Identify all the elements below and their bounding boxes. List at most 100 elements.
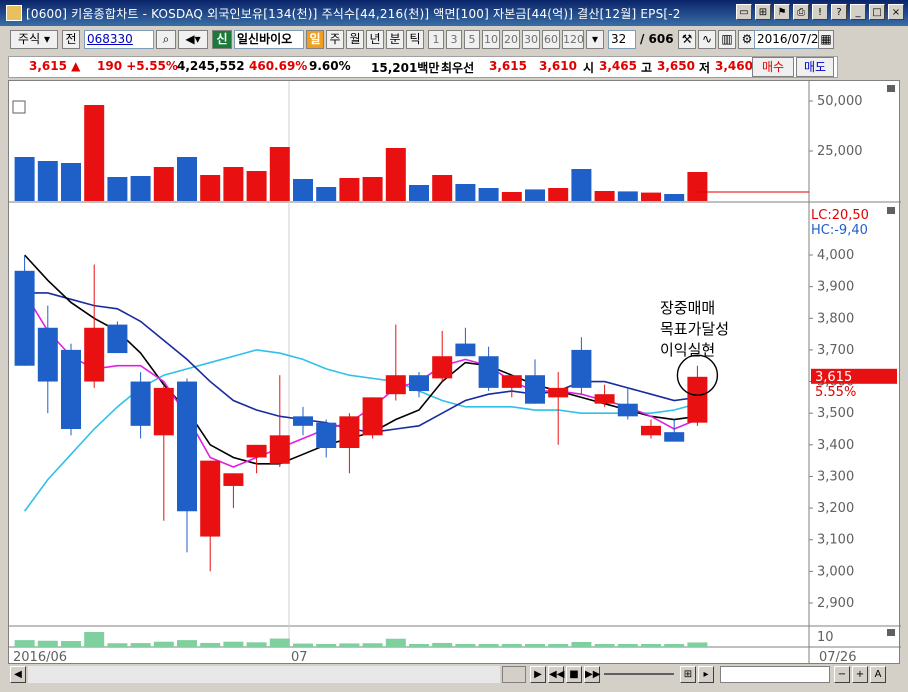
help-icon[interactable]: ?	[831, 4, 847, 20]
forward-icon[interactable]: ▶▶	[584, 666, 600, 683]
candle-body	[14, 270, 35, 366]
annotation-line: 이익실현	[660, 341, 716, 359]
candle-body	[478, 356, 499, 388]
interval-60[interactable]: 60	[542, 30, 560, 49]
chart-type-icon[interactable]: ▥	[718, 30, 736, 49]
annotation-line: 목표가달성	[660, 320, 730, 338]
candle-body	[571, 349, 592, 388]
calendar-icon[interactable]: ▦	[818, 30, 834, 49]
window-title: [0600] 키움종합차트 - KOSDAQ 외국인보유[134(천)] 주식수…	[26, 7, 681, 21]
x-tick-label: 2016/06	[13, 650, 67, 665]
volume-bar	[61, 163, 81, 201]
panel-close-icon	[887, 85, 895, 92]
speed-slider[interactable]	[604, 673, 674, 675]
candlestick-chart: 50,00025,0004,0003,9003,8003,7003,6003,5…	[9, 81, 901, 665]
indicator-bar	[432, 642, 453, 647]
line-tool-icon[interactable]: ∿	[698, 30, 716, 49]
close-button[interactable]: ×	[888, 4, 904, 20]
volume-bar	[293, 179, 313, 201]
restore-icon[interactable]: ▭	[736, 4, 752, 20]
volume-bar	[664, 194, 685, 201]
minimize-button[interactable]: _	[850, 4, 866, 20]
interval-20[interactable]: 20	[502, 30, 520, 49]
interval-30[interactable]: 30	[522, 30, 540, 49]
zoom-in-icon[interactable]: +	[852, 666, 868, 683]
tab-week[interactable]: 주	[326, 30, 344, 49]
indicator-bar	[84, 632, 105, 647]
play-icon[interactable]: ▶	[530, 666, 546, 683]
grid-toggle-icon	[12, 100, 26, 114]
y-tick-label: 3,700	[817, 343, 854, 358]
volume-bar	[339, 178, 360, 201]
search-icon[interactable]: ⌕	[156, 30, 176, 49]
indicator-bar	[362, 643, 383, 647]
tab-minute[interactable]: 분	[386, 30, 404, 49]
x-tick-label: 07/26	[819, 650, 856, 665]
chart-area[interactable]: 50,00025,0004,0003,9003,8003,7003,6003,5…	[8, 80, 901, 665]
count-input[interactable]: 32	[608, 30, 636, 49]
alert-icon[interactable]: !	[812, 4, 828, 20]
new-badge: 신	[212, 30, 232, 49]
volume-bar	[641, 192, 661, 201]
tab-day[interactable]: 일	[306, 30, 324, 49]
print-icon[interactable]: ⎙	[793, 4, 809, 20]
scroll-left-icon[interactable]: ◀	[10, 666, 26, 683]
buy-button[interactable]: 매수	[752, 57, 794, 77]
scroll-thumb[interactable]	[502, 666, 526, 683]
total-count: / 606	[640, 32, 674, 46]
current-price: 3,615 ▲	[29, 59, 81, 73]
link-icon[interactable]: ⊞	[755, 4, 771, 20]
zoom-out-icon[interactable]: −	[834, 666, 850, 683]
chart-scrollbar[interactable]: ◀ ▶ ◀◀ ■ ▶▶ ⊞ ▸ − + A	[8, 664, 900, 686]
text-icon[interactable]: A	[870, 666, 886, 683]
indicator-bar	[61, 641, 81, 647]
right-arrow-icon[interactable]: ▸	[698, 666, 714, 683]
tool-icon[interactable]: ⚒	[678, 30, 696, 49]
candle-body	[455, 343, 476, 357]
interval-3[interactable]: 3	[446, 30, 462, 49]
tab-tick[interactable]: 틱	[406, 30, 424, 49]
volume-bar	[525, 189, 545, 201]
interval-dropdown[interactable]: ▾	[586, 30, 604, 49]
indicator-bar	[409, 644, 429, 647]
best-bid: 3,610	[539, 59, 577, 73]
volume-bar	[501, 192, 522, 201]
stock-code-input[interactable]: 068330	[84, 30, 154, 49]
tab-month[interactable]: 월	[346, 30, 364, 49]
candle-body	[339, 416, 360, 448]
indicator-bar	[37, 640, 58, 647]
candle-body	[385, 375, 406, 395]
scroll-track[interactable]	[28, 666, 500, 683]
annotation-text: 장중매매 목표가달성 이익실현	[660, 298, 729, 361]
interval-10[interactable]: 10	[482, 30, 500, 49]
maximize-button[interactable]: □	[869, 4, 885, 20]
candle-body	[687, 376, 708, 423]
candle-body	[501, 375, 522, 388]
y-tick-label: 50,000	[817, 94, 863, 109]
y-tick-label: 2,900	[817, 596, 854, 611]
candle-body	[200, 460, 221, 537]
market-select[interactable]: 주식 ▾	[10, 30, 58, 49]
lc-label: LC:20,50	[811, 208, 869, 223]
interval-120[interactable]: 120	[562, 30, 584, 49]
prev-button[interactable]: 전	[62, 30, 80, 49]
speaker-icon[interactable]: ◀▾	[178, 30, 208, 49]
indicator-bar	[525, 644, 545, 647]
candle-body	[617, 403, 638, 417]
stop-icon[interactable]: ■	[566, 666, 582, 683]
indicator-bar	[385, 638, 406, 647]
flag-icon[interactable]: ⚑	[774, 4, 790, 20]
ma-line-navy	[24, 292, 698, 433]
tool-toggle-icon[interactable]: ⊞	[680, 666, 696, 683]
candle-body	[153, 387, 174, 436]
candle-body	[246, 444, 267, 458]
zoom-track[interactable]	[720, 666, 830, 683]
interval-5[interactable]: 5	[464, 30, 480, 49]
tab-year[interactable]: 년	[366, 30, 384, 49]
candle-body	[316, 422, 337, 448]
interval-1[interactable]: 1	[428, 30, 444, 49]
volume-bar	[409, 185, 429, 201]
y-tick-label: 25,000	[817, 144, 863, 159]
sell-button[interactable]: 매도	[796, 57, 834, 77]
rewind-icon[interactable]: ◀◀	[548, 666, 564, 683]
